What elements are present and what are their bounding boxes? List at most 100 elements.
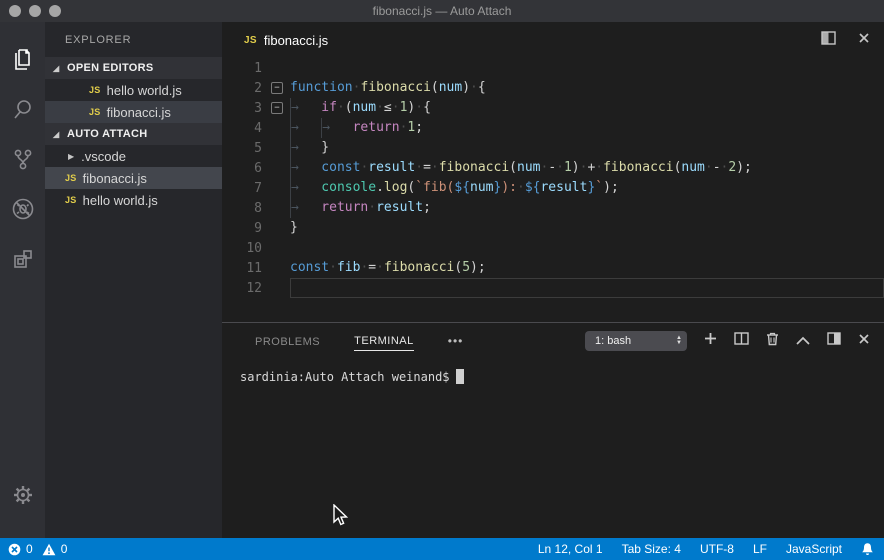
code-line[interactable]: 5→} xyxy=(222,138,884,158)
activity-bar xyxy=(0,22,45,538)
panel-more-actions[interactable]: ••• xyxy=(448,334,464,348)
code-token: ; xyxy=(744,160,752,175)
code-line[interactable]: 10 xyxy=(222,238,884,258)
code-token: `fib( xyxy=(415,180,454,195)
section-header-open-editors[interactable]: ◢OPEN EDITORS xyxy=(45,57,222,79)
code-token: result xyxy=(368,160,415,175)
code-token: fibonacci xyxy=(360,80,430,95)
code-line[interactable]: 7→console.log(`fib(${num}):·${result}`); xyxy=(222,178,884,198)
folder-collapsed-icon: ▶ xyxy=(68,152,74,161)
status-item[interactable]: LF xyxy=(753,542,767,556)
js-file-icon: JS xyxy=(65,195,77,205)
sidebar-section-auto-attach: ◢AUTO ATTACH▶.vscodeJSfibonacci.jsJShell… xyxy=(45,123,222,211)
code-token: - xyxy=(713,160,721,175)
code-token: ) xyxy=(572,160,580,175)
code-line[interactable]: 4→→return·1; xyxy=(222,118,884,138)
split-terminal-icon[interactable] xyxy=(734,332,749,350)
settings-gear-icon[interactable] xyxy=(0,470,45,520)
code-token: ) xyxy=(470,260,478,275)
code-token: fibonacci xyxy=(439,160,509,175)
code-text: →console.log(`fib(${num}):·${result}`); xyxy=(290,178,884,198)
js-file-icon: JS xyxy=(65,173,77,183)
code-token: 5 xyxy=(462,260,470,275)
status-item[interactable]: JavaScript xyxy=(786,542,842,556)
code-line[interactable]: 12 xyxy=(222,278,884,298)
tree-item-file[interactable]: JShello world.js xyxy=(45,189,222,211)
code-token: { xyxy=(423,100,431,115)
code-token: console xyxy=(321,180,376,195)
editor-tab[interactable]: JS fibonacci.js xyxy=(222,22,884,58)
line-number: 6 xyxy=(222,161,264,176)
code-line[interactable]: 6→const·result·=·fibonacci(num·-·1)·+·fi… xyxy=(222,158,884,178)
notifications-bell-icon[interactable] xyxy=(861,542,874,556)
line-number: 11 xyxy=(222,261,264,276)
search-icon[interactable] xyxy=(0,84,45,134)
status-item[interactable]: Ln 12, Col 1 xyxy=(538,542,603,556)
toggle-panel-icon[interactable] xyxy=(827,332,841,350)
terminal-output[interactable]: sardinia:Auto Attach weinand$ xyxy=(222,359,884,538)
code-text: →if·(num·≤·1)·{ xyxy=(290,98,884,118)
code-token: result xyxy=(540,180,587,195)
maximize-panel-icon[interactable] xyxy=(796,332,810,350)
code-token: - xyxy=(548,160,556,175)
line-number: 8 xyxy=(222,201,264,216)
close-panel-icon[interactable] xyxy=(858,332,870,350)
line-number: 10 xyxy=(222,241,264,256)
panel-tab-problems[interactable]: PROBLEMS xyxy=(255,332,320,351)
tree-item-file[interactable]: JSfibonacci.js xyxy=(45,167,222,189)
tab-whitespace-arrow: → xyxy=(290,98,321,118)
problems-status[interactable]: 0 0 xyxy=(0,542,67,556)
code-token: num xyxy=(353,100,376,115)
tab-whitespace-arrow: → xyxy=(290,138,321,158)
code-token: ( xyxy=(431,80,439,95)
code-token: = xyxy=(423,160,431,175)
code-token: 2 xyxy=(728,160,736,175)
fold-gutter[interactable]: − xyxy=(264,102,290,114)
split-editor-icon[interactable] xyxy=(821,31,836,50)
js-file-icon: JS xyxy=(89,85,101,95)
code-editor[interactable]: 12−function·fibonacci(num)·{3−→if·(num·≤… xyxy=(222,58,884,322)
code-token: return xyxy=(353,120,400,135)
tree-item-file[interactable]: JSfibonacci.js xyxy=(45,101,222,123)
fold-gutter[interactable]: − xyxy=(264,82,290,94)
status-item[interactable]: Tab Size: 4 xyxy=(622,542,681,556)
close-editor-icon[interactable] xyxy=(858,31,870,49)
code-line[interactable]: 2−function·fibonacci(num)·{ xyxy=(222,78,884,98)
section-header-auto-attach[interactable]: ◢AUTO ATTACH xyxy=(45,123,222,145)
whitespace-dot: · xyxy=(556,160,564,175)
explorer-icon[interactable] xyxy=(0,34,45,84)
new-terminal-icon[interactable] xyxy=(704,332,717,350)
fold-collapse-icon[interactable]: − xyxy=(271,102,283,114)
status-bar: 0 0 Ln 12, Col 1 Tab Size: 4 UTF-8 LF JavaSc… xyxy=(0,538,884,560)
kill-terminal-icon[interactable] xyxy=(766,332,779,351)
code-token: ( xyxy=(509,160,517,175)
title-bar: fibonacci.js — Auto Attach xyxy=(0,0,884,22)
warning-count: 0 xyxy=(61,542,68,556)
code-token: log xyxy=(384,180,407,195)
line-number: 2 xyxy=(222,81,264,96)
code-line[interactable]: 3−→if·(num·≤·1)·{ xyxy=(222,98,884,118)
panel-tab-terminal[interactable]: TERMINAL xyxy=(354,331,414,351)
fold-collapse-icon[interactable]: − xyxy=(271,82,283,94)
code-line[interactable]: 9} xyxy=(222,218,884,238)
editor-filename: fibonacci.js xyxy=(264,33,328,48)
code-token: fib xyxy=(337,260,360,275)
tab-whitespace-arrow: → xyxy=(290,158,321,178)
item-label: fibonacci.js xyxy=(107,105,171,120)
code-line[interactable]: 11const·fib·=·fibonacci(5); xyxy=(222,258,884,278)
terminal-prompt: sardinia:Auto Attach weinand$ xyxy=(240,370,450,384)
code-line[interactable]: 1 xyxy=(222,58,884,78)
status-item[interactable]: UTF-8 xyxy=(700,542,734,556)
extensions-icon[interactable] xyxy=(0,234,45,284)
code-line[interactable]: 8→return·result; xyxy=(222,198,884,218)
whitespace-dot: · xyxy=(415,100,423,115)
terminal-select[interactable]: 1: bash ▲▼ xyxy=(585,331,687,351)
code-token: ) xyxy=(736,160,744,175)
debug-icon[interactable] xyxy=(0,184,45,234)
source-control-icon[interactable] xyxy=(0,134,45,184)
select-arrows-icon: ▲▼ xyxy=(676,336,682,346)
code-token: return xyxy=(321,200,368,215)
tree-item-folder[interactable]: ▶.vscode xyxy=(45,145,222,167)
tree-item-file[interactable]: JShello world.js xyxy=(45,79,222,101)
code-token: ( xyxy=(345,100,353,115)
